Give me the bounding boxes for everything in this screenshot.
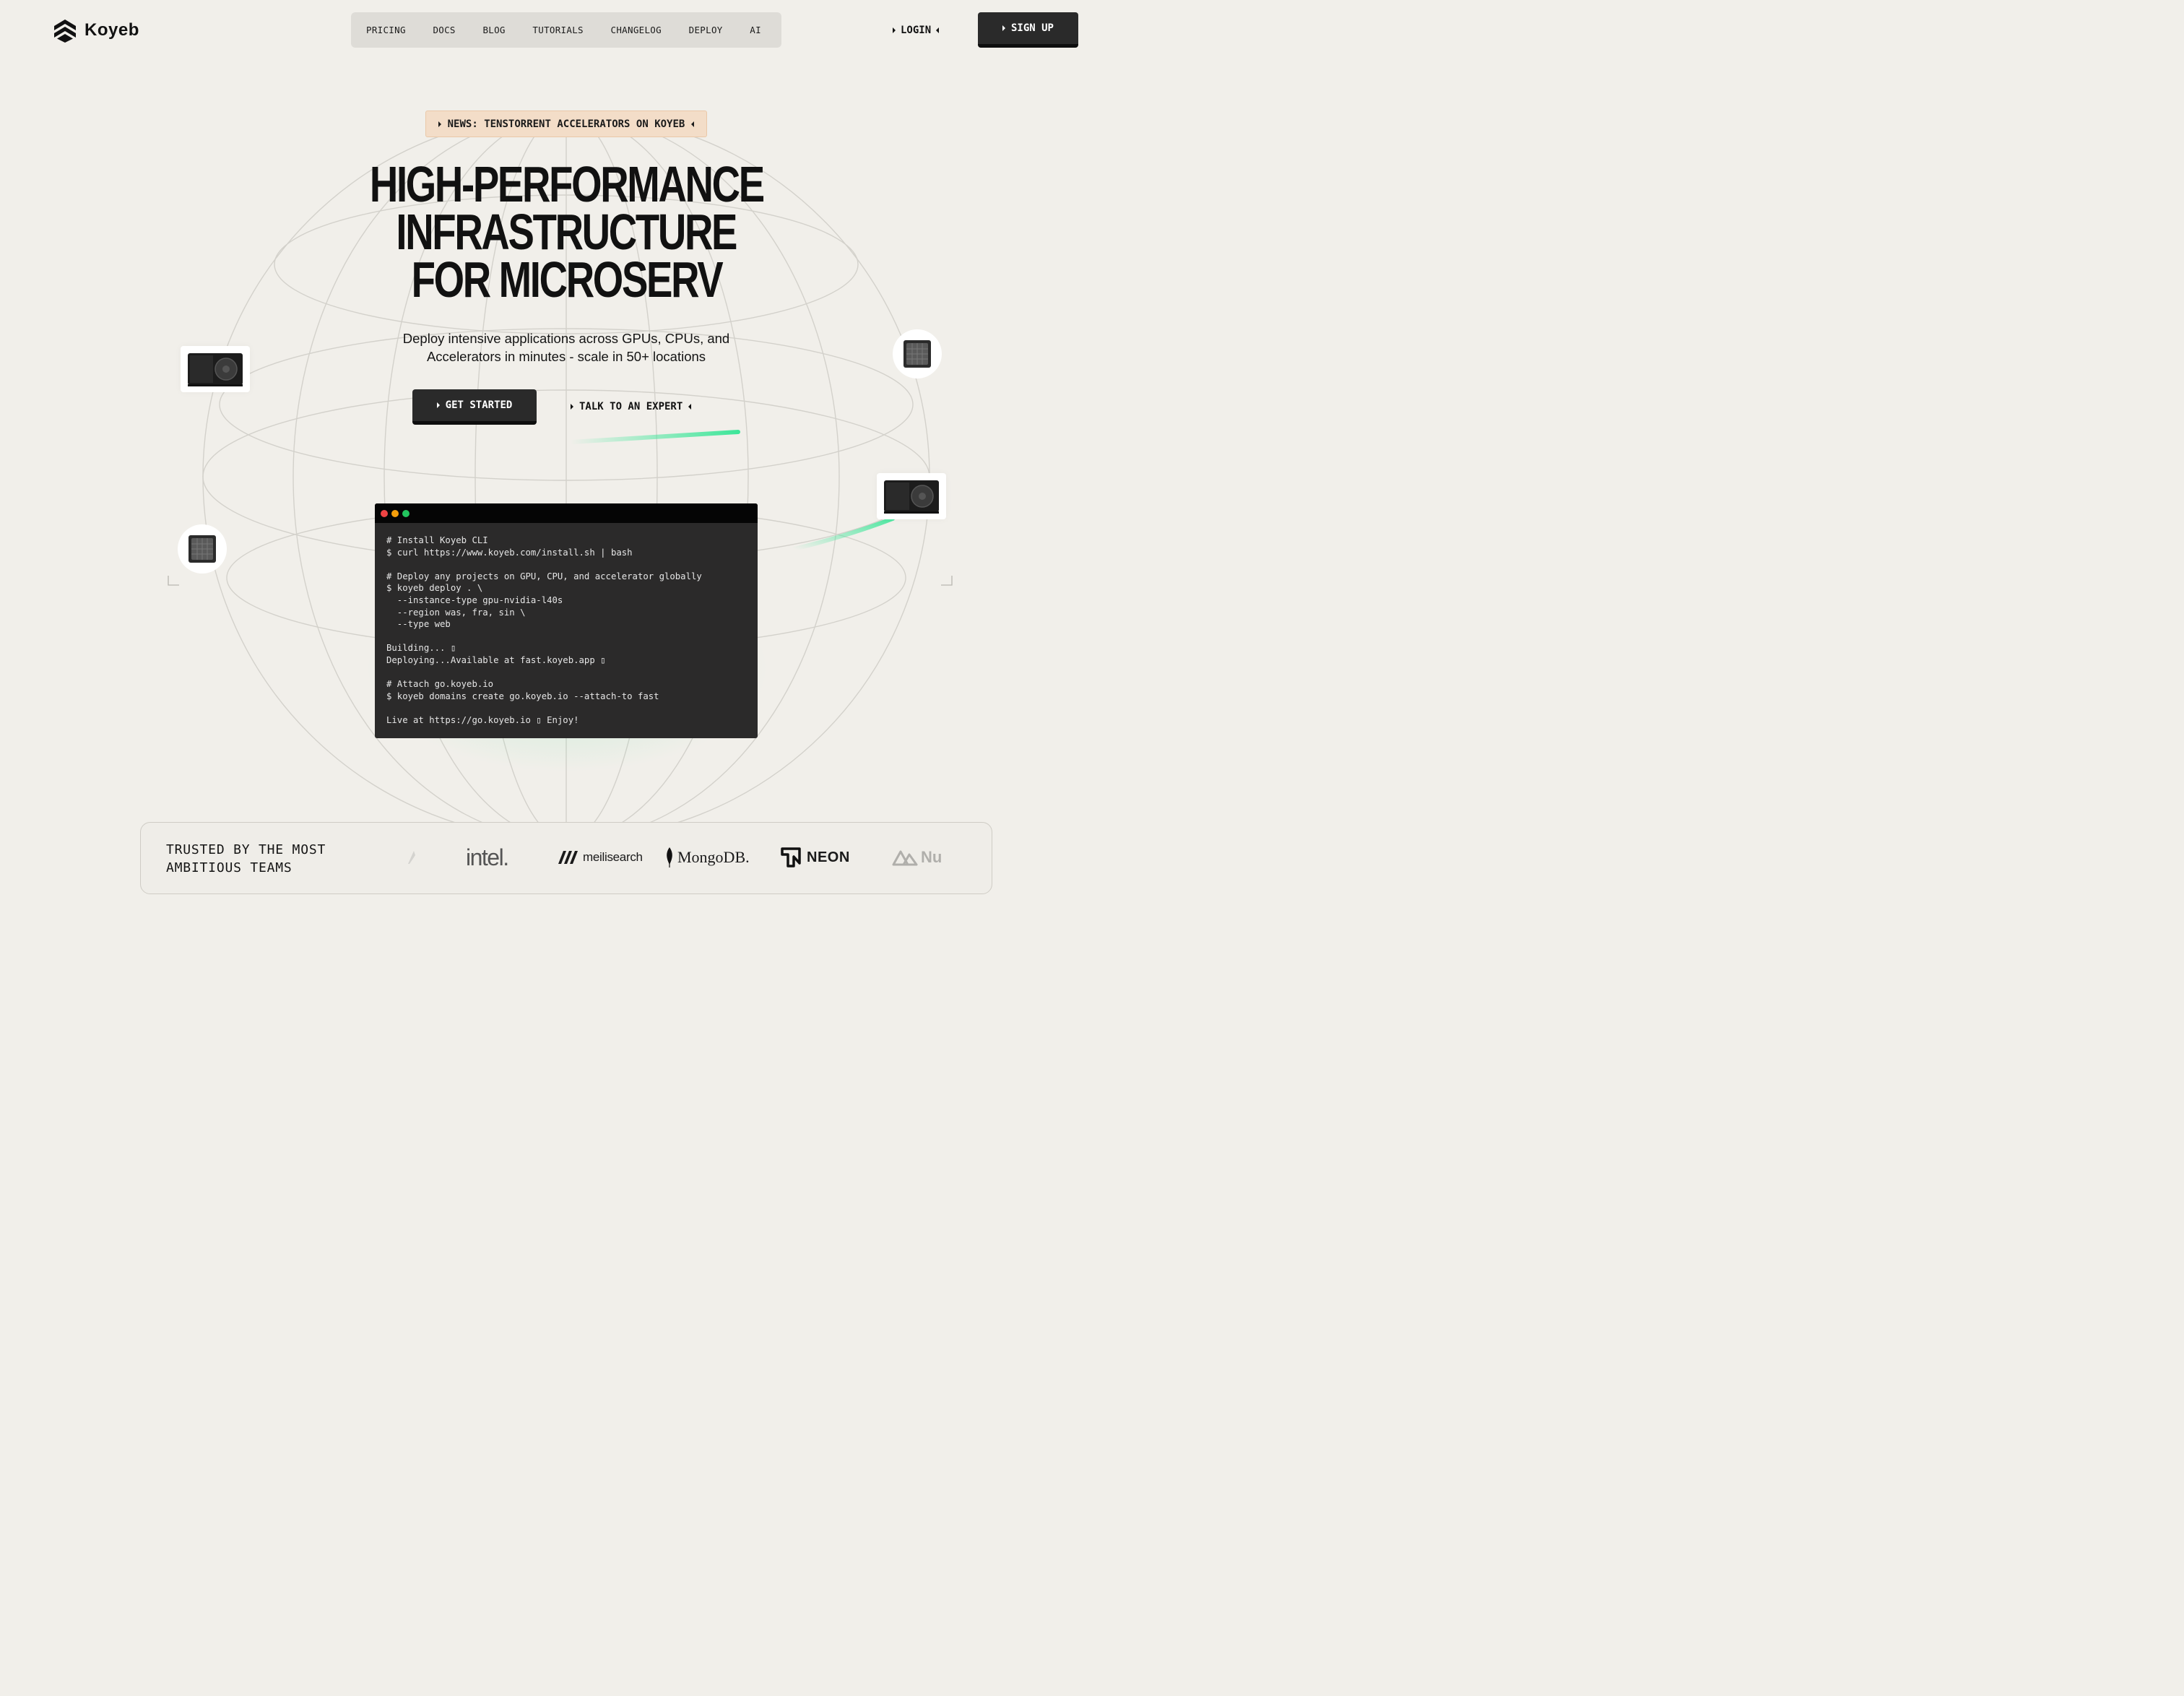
nav-tutorials[interactable]: TUTORIALS	[532, 25, 583, 35]
terminal-line: # Attach go.koyeb.io	[386, 679, 494, 690]
terminal-line: ​	[386, 558, 746, 571]
mongodb-logo: MongoDB.	[665, 843, 750, 872]
maximize-dot-icon	[402, 509, 410, 517]
terminal-body: # Install Koyeb CLI $ curl https://www.ko…	[375, 523, 758, 738]
nav-pricing[interactable]: PRICING	[366, 25, 406, 35]
terminal-window: # Install Koyeb CLI $ curl https://www.ko…	[375, 503, 758, 738]
trusted-by-label: TRUSTED BY THE MOST AMBITIOUS TEAMS	[166, 841, 326, 877]
news-banner[interactable]: NEWS: TENSTORRENT ACCELERATORS ON KOYEB	[425, 111, 707, 137]
get-started-button[interactable]: GET STARTED	[412, 389, 537, 425]
login-label: LOGIN	[901, 25, 932, 36]
caret-right-icon	[1002, 25, 1005, 31]
hero-title-line-1: HIGH-PERFORMANCE	[369, 156, 765, 212]
trusted-by-line-1: TRUSTED BY THE MOST	[166, 842, 326, 857]
news-label: NEWS: TENSTORRENT ACCELERATORS ON KOYEB	[447, 118, 685, 130]
hero-title-line-3: FOR MICROSERV	[411, 251, 723, 308]
intel-logo: intel.	[466, 844, 509, 870]
cpu-chip-icon	[188, 535, 216, 563]
trusted-by-section: TRUSTED BY THE MOST AMBITIOUS TEAMS inte…	[140, 822, 992, 894]
green-arc-top	[568, 430, 740, 444]
signup-label: SIGN UP	[1010, 22, 1054, 34]
faded-logo-icon	[405, 843, 417, 872]
terminal-line: --type web	[386, 619, 451, 630]
cpu-chip-right	[893, 329, 942, 378]
meilisearch-icon	[558, 851, 578, 864]
terminal-line: $ curl https://www.koyeb.com/install.sh …	[386, 547, 633, 558]
hero-subtitle-line-1: Deploy intensive applications across GPU…	[402, 331, 730, 346]
caret-left-icon	[688, 404, 692, 410]
nav-deploy[interactable]: DEPLOY	[689, 25, 723, 35]
gpu-icon	[188, 353, 243, 386]
hero-title-line-2: INFRASTRUCTURE	[396, 204, 738, 260]
terminal-titlebar	[375, 503, 758, 523]
terminal-line: $ koyeb domains create go.koyeb.io --att…	[386, 691, 659, 701]
signup-button[interactable]: SIGN UP	[978, 12, 1078, 48]
nav-changelog[interactable]: CHANGELOG	[611, 25, 662, 35]
nav-ai[interactable]: AI	[750, 25, 761, 35]
hero-subtitle-line-2: Accelerators in minutes - scale in 50+ l…	[426, 349, 706, 364]
caret-right-icon	[571, 404, 573, 410]
terminal-line: # Deploy any projects on GPU, CPU, and a…	[386, 571, 702, 581]
terminal-line: # Install Koyeb CLI	[386, 535, 488, 545]
mongodb-leaf-icon	[667, 847, 672, 868]
caret-left-icon	[691, 121, 695, 127]
meilisearch-logo: meilisearch	[558, 843, 643, 872]
minimize-dot-icon	[391, 509, 399, 517]
hero-title: HIGH-PERFORMANCE INFRASTRUCTURE FOR MICR…	[277, 156, 855, 308]
terminal-line: ​	[386, 702, 746, 714]
cpu-chip-left	[178, 524, 227, 574]
customer-logos: intel. meilisearch MongoDB. NEON Nu	[401, 843, 950, 872]
cpu-chip-icon	[904, 340, 931, 368]
trusted-by-line-2: AMBITIOUS TEAMS	[166, 860, 292, 875]
gpu-card-left	[181, 346, 250, 392]
neon-logo: NEON	[781, 843, 850, 872]
terminal-line: Deploying...Available at fast.koyeb.app …	[386, 654, 606, 665]
corner-bracket-left	[168, 576, 179, 586]
brand-name: Koyeb	[84, 20, 139, 40]
terminal-line: Live at https://go.koyeb.io ▯ Enjoy!	[386, 714, 579, 725]
nav-docs[interactable]: DOCS	[433, 25, 455, 35]
nuxt-logo: Nu	[892, 843, 942, 872]
terminal-line: --instance-type gpu-nvidia-l40s	[386, 594, 563, 605]
terminal-line: $ koyeb deploy . \	[386, 583, 483, 594]
gpu-icon	[884, 480, 939, 514]
hero-subtitle: Deploy intensive applications across GPU…	[386, 329, 747, 365]
login-link[interactable]: LOGIN	[893, 22, 940, 39]
close-dot-icon	[381, 509, 388, 517]
get-started-label: GET STARTED	[445, 399, 513, 411]
talk-to-expert-link[interactable]: TALK TO AN EXPERT	[571, 398, 692, 415]
talk-to-expert-label: TALK TO AN EXPERT	[579, 401, 683, 412]
terminal-line: --region was, fra, sin \	[386, 607, 526, 618]
nav-blog[interactable]: BLOG	[482, 25, 505, 35]
green-arc-right	[792, 516, 895, 551]
koyeb-logo-icon	[54, 20, 76, 43]
terminal-line: Building... ▯	[386, 643, 456, 654]
neon-icon	[781, 847, 801, 868]
caret-left-icon	[936, 27, 940, 33]
gpu-card-right	[877, 473, 946, 519]
caret-right-icon	[893, 27, 896, 33]
nuxt-icon	[892, 850, 918, 866]
brand-logo[interactable]: Koyeb	[53, 18, 139, 43]
caret-right-icon	[436, 402, 440, 408]
main-nav: PRICING DOCS BLOG TUTORIALS CHANGELOG DE…	[351, 12, 781, 48]
terminal-line: ​	[386, 667, 746, 679]
corner-bracket-right	[941, 576, 953, 586]
terminal-line: ​	[386, 631, 746, 643]
caret-right-icon	[438, 121, 441, 127]
